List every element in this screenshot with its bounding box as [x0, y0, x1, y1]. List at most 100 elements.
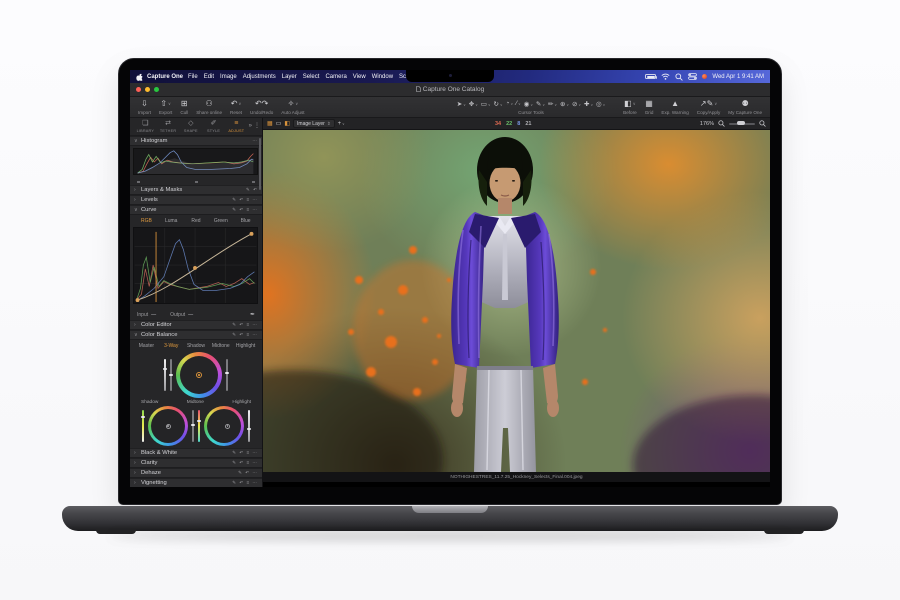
curve-channel-tab[interactable]: Blue: [234, 217, 257, 225]
panel-header[interactable]: › Layers & Masks ✎ ↶: [130, 185, 262, 195]
zoom-in-icon[interactable]: [759, 120, 766, 127]
library-button[interactable]: ❏ LIBRARY: [134, 120, 157, 133]
wheel-center-handle[interactable]: [225, 423, 230, 429]
import-button[interactable]: ⇩ Import: [138, 98, 151, 115]
saturation-slider[interactable]: [163, 359, 167, 391]
curve-channel-tab[interactable]: RGB: [135, 217, 158, 225]
copy-apply-button[interactable]: ↗✎ ∨ Copy/Apply: [697, 98, 721, 115]
exposure-warning-button[interactable]: ▲ Exp. Warning: [661, 98, 688, 115]
undo-redo-button[interactable]: ↶↷ Undo/Redo: [250, 98, 273, 115]
wheel-center-handle[interactable]: [165, 423, 171, 429]
curve-graph[interactable]: [133, 227, 258, 304]
crop-tool-button[interactable]: ▭∨: [481, 100, 491, 108]
apple-menu-icon[interactable]: [136, 73, 143, 81]
panel-action-icons[interactable]: ✎ ↶ ≡ ⋯: [232, 450, 258, 456]
menu-item[interactable]: Select: [303, 74, 320, 80]
thumbnails-view-icon[interactable]: ▦: [267, 121, 273, 127]
single-view-icon[interactable]: ▭: [276, 121, 282, 127]
select-tool-button[interactable]: ➤∨: [457, 100, 466, 108]
adjust-button[interactable]: ≡ ADJUST: [225, 120, 248, 133]
orientation-tool-button[interactable]: ◔∨: [506, 100, 514, 107]
stepper-icon[interactable]: ⇕: [327, 121, 331, 127]
panel-action-icons[interactable]: ✎ ↶ ≡ ⋯: [232, 207, 258, 213]
panel-action-icons[interactable]: ✎ ↶ ≡ ⋯: [232, 197, 258, 203]
spot-removal-tool-button[interactable]: ◉∨: [524, 100, 533, 108]
zoom-level[interactable]: 176%: [700, 121, 714, 127]
share-online-button[interactable]: ⚇ Share online: [196, 98, 222, 115]
panel-action-icons[interactable]: ✎ ↶ ≡ ⋯: [232, 480, 258, 486]
highlight-lightness-slider[interactable]: [197, 410, 201, 442]
shadow-lightness-slider[interactable]: [141, 410, 145, 442]
control-center-icon[interactable]: [688, 73, 698, 80]
panel-action-icons[interactable]: ⋯: [252, 138, 258, 144]
style-button[interactable]: ✐ STYLE: [202, 120, 225, 133]
battery-icon[interactable]: [645, 74, 658, 79]
menu-item[interactable]: File: [188, 74, 198, 80]
menu-bar-clock[interactable]: Wed Apr 1 9:41 AM: [712, 74, 764, 80]
zoom-slider-thumb[interactable]: [737, 121, 745, 125]
grid-button[interactable]: ▦ Grid: [645, 98, 654, 115]
proof-view-icon[interactable]: ◧: [284, 121, 290, 127]
clone-tool-button[interactable]: ⊘∨: [572, 100, 581, 108]
color-wheel-master[interactable]: [176, 352, 222, 398]
color-balance-tab[interactable]: Shadow: [185, 342, 208, 350]
tether-button[interactable]: ⇄ TETHER: [157, 120, 180, 133]
draw-mask-tool-button[interactable]: ✎∨: [536, 100, 545, 108]
menu-item[interactable]: View: [353, 74, 366, 80]
curve-input-value[interactable]: —: [151, 312, 156, 318]
reset-button[interactable]: ↶ ∨ Reset: [230, 98, 242, 115]
shadow-saturation-slider[interactable]: [191, 410, 195, 442]
menu-item[interactable]: Camera: [325, 74, 346, 80]
lightness-slider[interactable]: [169, 359, 173, 391]
menu-app-name[interactable]: Capture One: [147, 74, 183, 80]
histogram-graph[interactable]: [133, 148, 258, 175]
eyedropper-tool-button[interactable]: ◎∨: [596, 100, 605, 108]
menu-item[interactable]: Layer: [282, 74, 297, 80]
panel-header[interactable]: › Vignetting ✎ ↶ ≡ ⋯: [130, 478, 262, 487]
color-balance-tab[interactable]: Highlight: [234, 342, 257, 350]
menu-item[interactable]: Image: [220, 74, 237, 80]
wifi-icon[interactable]: [661, 73, 670, 80]
menu-item[interactable]: Edit: [204, 74, 214, 80]
rotate-tool-button[interactable]: ↻∨: [494, 100, 503, 108]
panel-action-icons[interactable]: ✎ ↶ ≡ ⋯: [232, 322, 258, 328]
panel-header-color-editor[interactable]: › Color Editor ✎ ↶ ≡ ⋯: [130, 320, 262, 330]
color-balance-tab[interactable]: 3-Way: [160, 342, 183, 350]
panel-header-curve[interactable]: ∨ Curve ✎ ↶ ≡ ⋯: [130, 205, 262, 215]
panel-action-icons[interactable]: ✎ ↶ ≡ ⋯: [232, 460, 258, 466]
more-tabs-icon[interactable]: »: [249, 123, 252, 129]
tab-menu-icon[interactable]: ⋮: [254, 122, 260, 129]
cull-button[interactable]: ⊞ Cull: [180, 98, 188, 115]
menu-item[interactable]: Window: [372, 74, 393, 80]
zoom-out-icon[interactable]: [718, 120, 725, 127]
photo-canvas[interactable]: [263, 130, 770, 472]
account-button[interactable]: ⚉ My Capture One: [728, 98, 762, 115]
curve-eyedropper-icon[interactable]: ✒: [250, 311, 255, 318]
shape-button[interactable]: ◇ SHAPE: [179, 120, 202, 133]
highlight-saturation-slider[interactable]: [247, 410, 251, 442]
before-after-button[interactable]: ◧ ∨ Before: [623, 98, 637, 115]
panel-header-histogram[interactable]: ∨ Histogram ⋯: [130, 136, 262, 146]
color-wheel-highlight[interactable]: [204, 406, 244, 446]
wheel-center-handle[interactable]: [196, 372, 202, 378]
panel-header-color-balance[interactable]: ∨ Color Balance ✎ ↶ ≡ ⋯: [130, 330, 262, 340]
panel-header[interactable]: › Black & White ✎ ↶ ≡ ⋯: [130, 448, 262, 458]
curve-channel-tab[interactable]: Green: [209, 217, 232, 225]
panel-action-icons[interactable]: ✎ ↶ ≡ ⋯: [232, 332, 258, 338]
curve-output-value[interactable]: —: [188, 312, 193, 318]
panel-header[interactable]: › Levels ✎ ↶ ≡ ⋯: [130, 195, 262, 205]
pan-tool-button[interactable]: ✥∨: [469, 100, 478, 108]
search-icon[interactable]: [675, 72, 684, 81]
color-wheel-shadow[interactable]: [148, 406, 188, 446]
style-brush-tool-button[interactable]: ✚∨: [584, 100, 593, 108]
panel-action-icons[interactable]: ✎ ↶ ⋯: [238, 470, 258, 476]
curve-channel-tab[interactable]: Luma: [160, 217, 183, 225]
heal-tool-button[interactable]: ⊕∨: [560, 100, 569, 108]
lightness-slider[interactable]: [225, 359, 229, 391]
add-layer-button[interactable]: +∨: [338, 121, 345, 127]
layer-selector[interactable]: Image Layer ⇕: [293, 119, 335, 128]
straighten-tool-button[interactable]: ∕∨: [516, 100, 521, 107]
capture-one-status-icon[interactable]: [702, 74, 708, 79]
color-balance-tab[interactable]: Midtone: [209, 342, 232, 350]
curve-channel-tab[interactable]: Red: [185, 217, 208, 225]
